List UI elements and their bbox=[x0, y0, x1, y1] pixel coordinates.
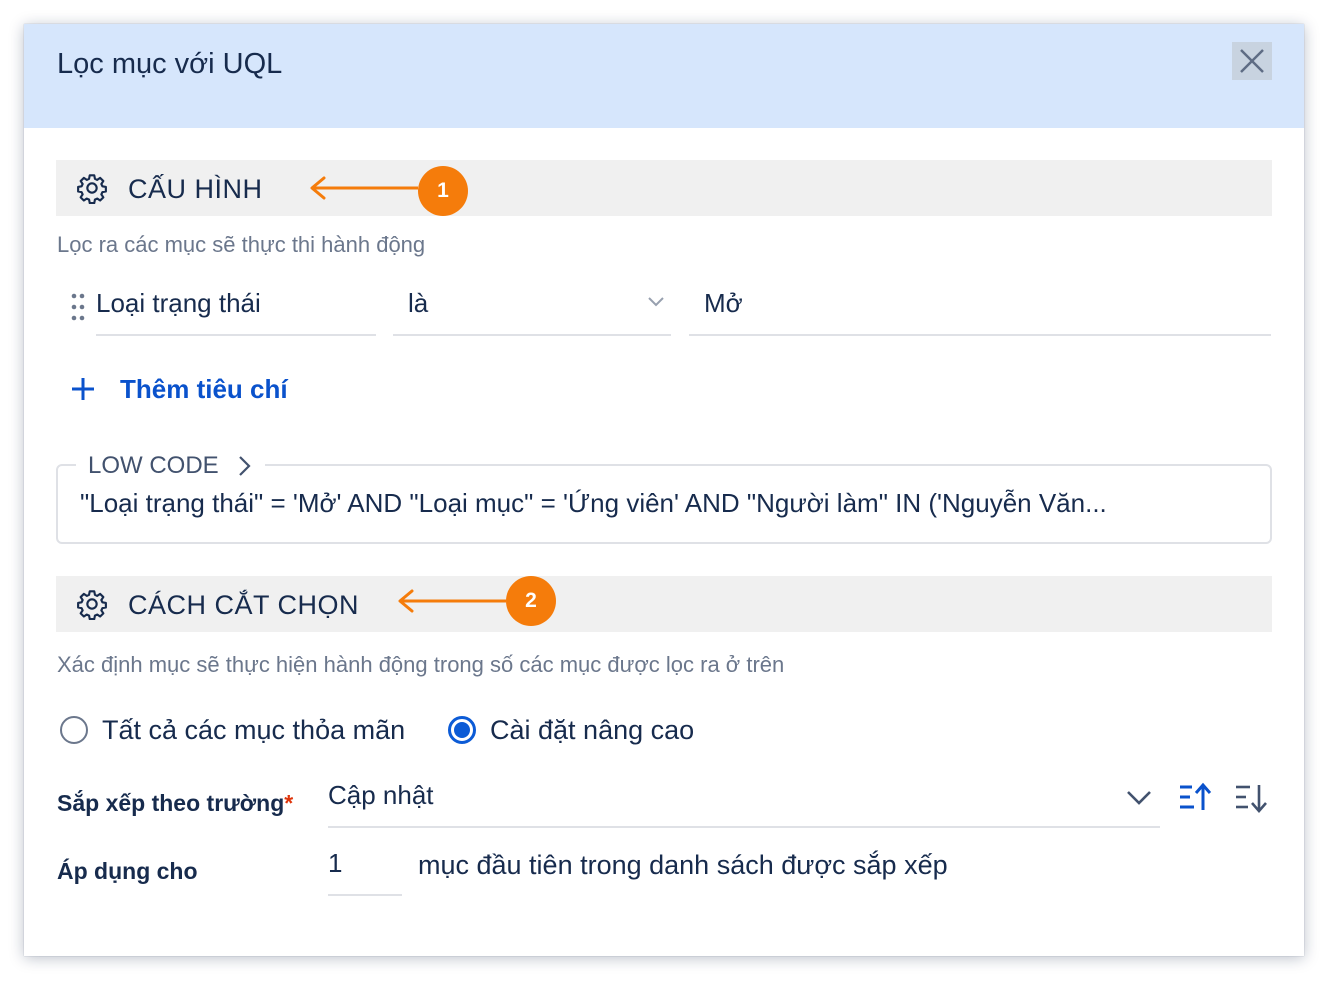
plus-icon bbox=[72, 378, 94, 400]
config-section-header: CẤU HÌNH bbox=[56, 160, 1272, 216]
criterion-operator-select[interactable]: là bbox=[393, 284, 671, 336]
gear-icon bbox=[77, 590, 107, 620]
close-button[interactable] bbox=[1232, 42, 1272, 80]
callout-badge-1: 1 bbox=[418, 166, 468, 216]
apply-count-input[interactable]: 1 bbox=[328, 844, 402, 896]
criterion-field-value: Loại trạng thái bbox=[96, 288, 261, 318]
callout-arrow-icon bbox=[310, 176, 418, 200]
add-criterion-label: Thêm tiêu chí bbox=[120, 373, 288, 404]
radio-all-matching[interactable]: Tất cả các mục thỏa mãn bbox=[60, 710, 405, 750]
callout-badge-2: 2 bbox=[506, 576, 556, 626]
apply-to-label: Áp dụng cho bbox=[57, 858, 198, 884]
low-code-query: "Loại trạng thái" = 'Mở' AND "Loại mục" … bbox=[80, 488, 1107, 518]
drag-handle-icon[interactable] bbox=[70, 292, 86, 322]
close-icon bbox=[1240, 49, 1264, 73]
sort-field-select[interactable]: Cập nhật bbox=[328, 776, 1160, 828]
low-code-label: LOW CODE bbox=[88, 452, 219, 479]
apply-count-value: 1 bbox=[328, 848, 343, 878]
criterion-value-text: Mở bbox=[704, 288, 743, 318]
chevron-down-icon bbox=[1127, 791, 1151, 805]
low-code-toggle[interactable]: LOW CODE bbox=[76, 448, 265, 484]
gear-icon bbox=[77, 174, 107, 204]
radio-advanced-circle[interactable] bbox=[448, 716, 476, 744]
required-mark: * bbox=[284, 790, 294, 816]
dialog-header: Lọc mục với UQL bbox=[24, 24, 1304, 128]
dialog-title: Lọc mục với UQL bbox=[57, 48, 283, 80]
sort-field-label: Sắp xếp theo trường* bbox=[57, 790, 293, 817]
selection-section-header: CÁCH CẮT CHỌN bbox=[56, 576, 1272, 632]
config-description: Lọc ra các mục sẽ thực thi hành động bbox=[57, 232, 426, 257]
chevron-down-icon bbox=[648, 297, 664, 307]
add-criterion-button[interactable]: Thêm tiêu chí bbox=[70, 369, 288, 409]
sort-field-value: Cập nhật bbox=[328, 780, 434, 810]
radio-advanced-label: Cài đặt nâng cao bbox=[490, 714, 695, 745]
sort-descending-icon[interactable] bbox=[1234, 782, 1270, 814]
uql-filter-dialog: Lọc mục với UQL CẤU HÌNH 1 Lọc ra các mụ… bbox=[24, 24, 1304, 956]
criterion-operator-value: là bbox=[408, 288, 429, 318]
criterion-field-select[interactable]: Loại trạng thái bbox=[96, 284, 376, 336]
selection-description: Xác định mục sẽ thực hiện hành động tron… bbox=[57, 652, 785, 677]
sort-ascending-icon[interactable] bbox=[1178, 782, 1214, 814]
chevron-right-icon bbox=[238, 456, 251, 476]
radio-all-matching-label: Tất cả các mục thỏa mãn bbox=[102, 714, 406, 745]
callout-arrow-icon bbox=[398, 589, 506, 613]
selection-section-title: CÁCH CẮT CHỌN bbox=[128, 590, 360, 620]
criterion-value-input[interactable]: Mở bbox=[689, 284, 1271, 336]
sort-field-label-text: Sắp xếp theo trường bbox=[57, 790, 285, 816]
radio-all-matching-circle[interactable] bbox=[60, 716, 88, 744]
radio-advanced[interactable]: Cài đặt nâng cao bbox=[448, 710, 694, 750]
config-section-title: CẤU HÌNH bbox=[128, 174, 263, 204]
apply-to-suffix: mục đầu tiên trong danh sách được sắp xế… bbox=[418, 850, 948, 880]
